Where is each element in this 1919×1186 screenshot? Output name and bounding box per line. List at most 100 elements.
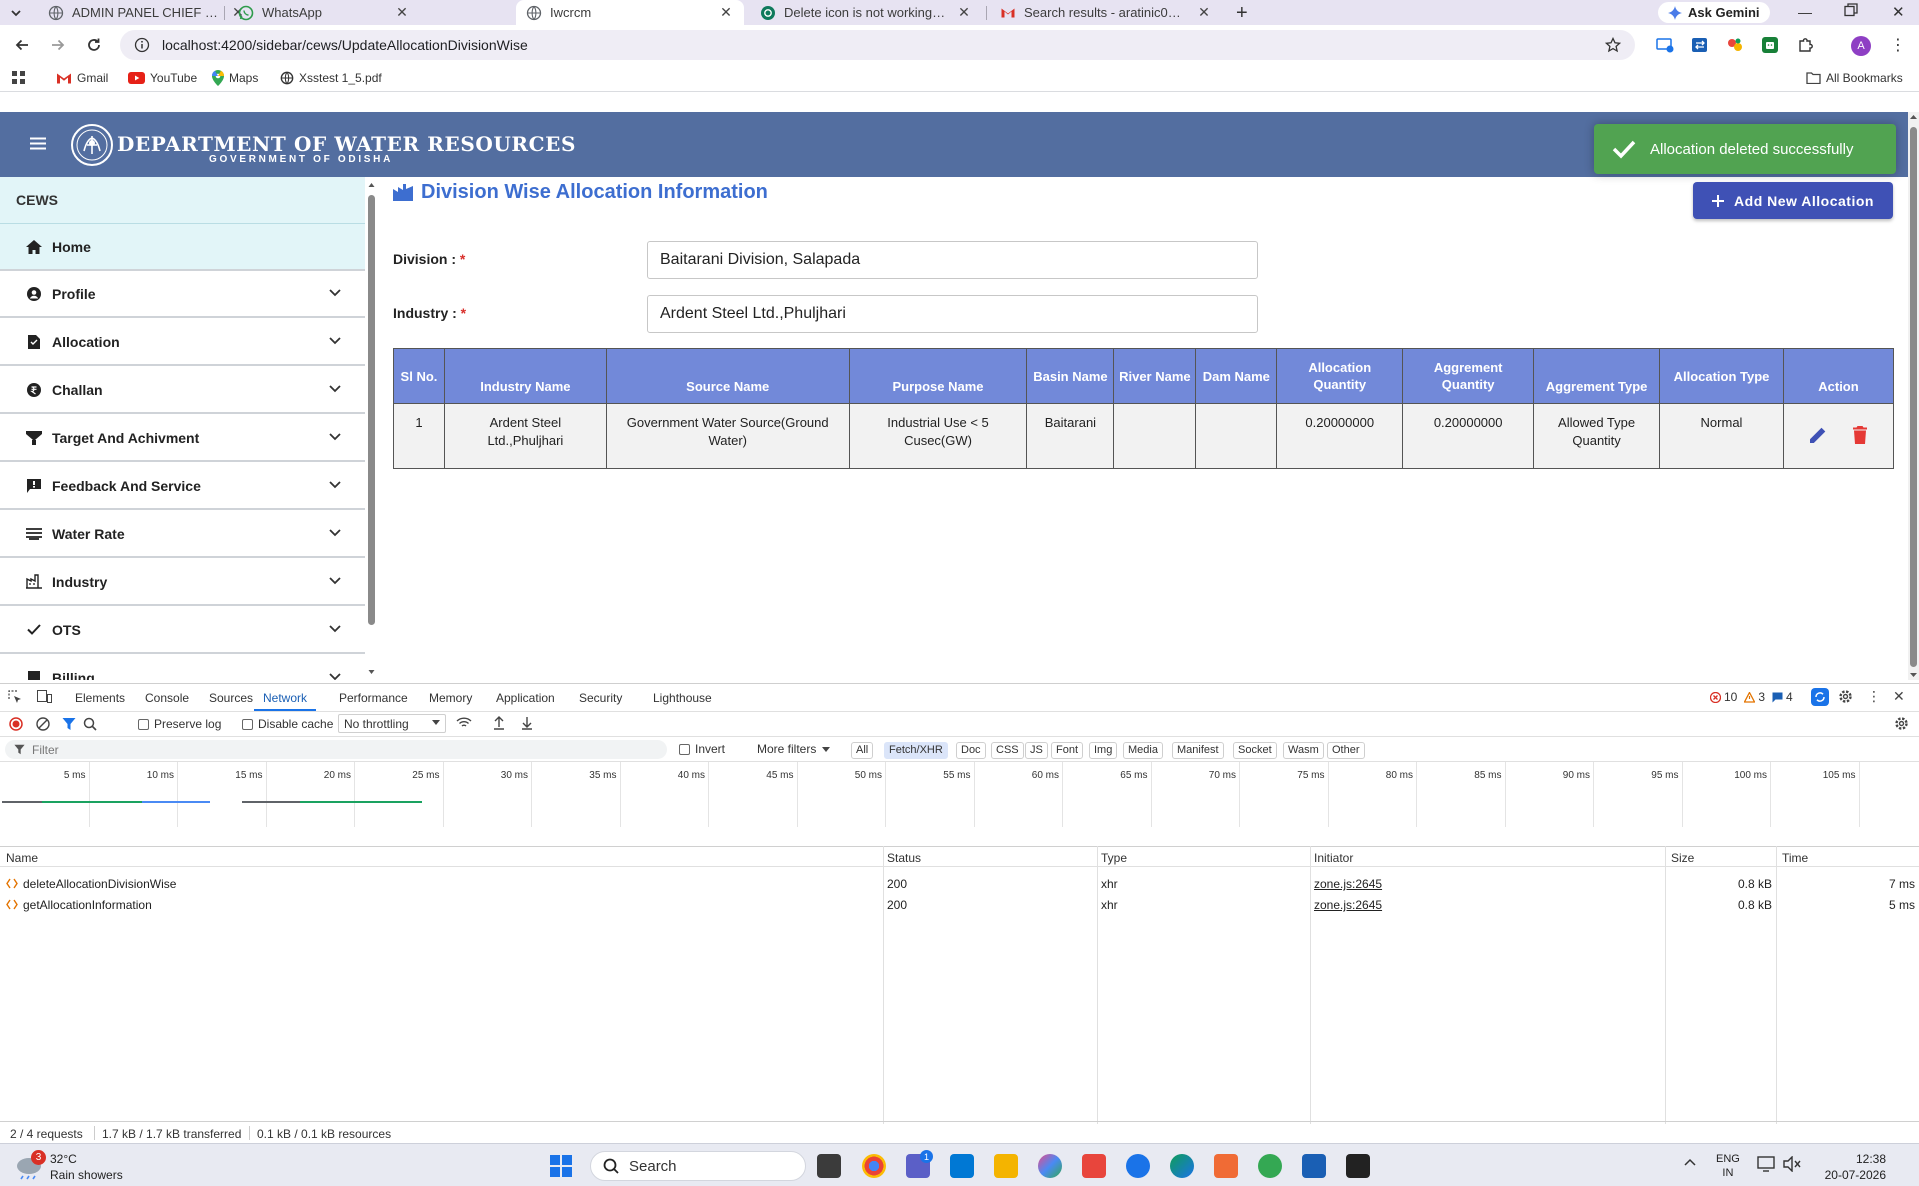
- edge-taskbar-icon[interactable]: [1170, 1154, 1194, 1178]
- console-issues-counter[interactable]: 10 3 4: [1710, 690, 1793, 704]
- remote-taskbar-icon[interactable]: [1302, 1154, 1326, 1178]
- extension-screen-icon[interactable]: [1656, 37, 1674, 53]
- network-settings-gear-icon[interactable]: [1894, 716, 1909, 731]
- filter-chip-css[interactable]: CSS: [991, 742, 1024, 759]
- browser-menu-icon[interactable]: ⋮: [1890, 35, 1906, 55]
- request-initiator-link[interactable]: zone.js:2645: [1314, 877, 1382, 891]
- vscode-taskbar-icon[interactable]: [950, 1154, 974, 1178]
- filter-input[interactable]: Filter: [5, 740, 667, 759]
- filter-chip-manifest[interactable]: Manifest: [1172, 742, 1224, 759]
- close-window-icon[interactable]: ✕: [1892, 3, 1905, 21]
- back-icon[interactable]: [14, 37, 30, 53]
- sidebar-item-profile[interactable]: Profile: [0, 271, 365, 318]
- devtools-tab-security[interactable]: Security: [579, 691, 622, 705]
- devtools-tab-application[interactable]: Application: [496, 691, 555, 705]
- postman-taskbar-icon[interactable]: [1082, 1154, 1106, 1178]
- clear-log-icon[interactable]: [36, 717, 50, 731]
- git-taskbar-icon[interactable]: [1214, 1154, 1238, 1178]
- request-initiator-link[interactable]: zone.js:2645: [1314, 898, 1382, 912]
- browser-tab-delete-icon[interactable]: Delete icon is not working in Up ✕: [750, 0, 982, 25]
- network-timeline-overview[interactable]: 5 ms 10 ms 15 ms 20 ms 25 ms 30 ms 35 ms 40 ms 4…: [0, 761, 1919, 827]
- column-time[interactable]: Time: [1782, 851, 1808, 865]
- filter-chip-wasm[interactable]: Wasm: [1283, 742, 1324, 759]
- devtools-tab-elements[interactable]: Elements: [75, 691, 125, 705]
- disable-cache-checkbox[interactable]: Disable cache: [242, 717, 333, 731]
- import-har-icon[interactable]: [493, 716, 505, 730]
- network-conditions-icon[interactable]: [456, 716, 472, 730]
- inspect-element-icon[interactable]: [8, 690, 23, 705]
- tray-chevron-up-icon[interactable]: [1684, 1158, 1696, 1166]
- sidebar-item-home[interactable]: Home: [0, 224, 365, 271]
- close-tab-icon[interactable]: ✕: [956, 4, 972, 21]
- address-bar[interactable]: localhost:4200/sidebar/cews/UpdateAlloca…: [120, 30, 1635, 60]
- wifi-monitor-icon[interactable]: [1757, 1156, 1775, 1172]
- filter-chip-doc[interactable]: Doc: [956, 742, 986, 759]
- file-explorer-taskbar-icon[interactable]: [994, 1154, 1018, 1178]
- filter-funnel-icon[interactable]: [62, 717, 76, 731]
- filter-chip-fetch-xhr[interactable]: Fetch/XHR: [884, 742, 948, 759]
- devtools-sync-icon[interactable]: [1811, 688, 1829, 706]
- devtools-tab-console[interactable]: Console: [145, 691, 189, 705]
- ask-gemini-button[interactable]: Ask Gemini: [1658, 2, 1770, 23]
- minimize-icon[interactable]: —: [1798, 4, 1812, 20]
- add-new-allocation-button[interactable]: Add New Allocation: [1693, 182, 1893, 219]
- globe-taskbar-icon[interactable]: [1258, 1154, 1282, 1178]
- close-tab-icon[interactable]: ✕: [718, 4, 734, 21]
- sidebar-item-water-rate[interactable]: Water Rate: [0, 511, 365, 558]
- extension-android-icon[interactable]: [1762, 37, 1778, 53]
- preserve-log-checkbox[interactable]: Preserve log: [138, 717, 221, 731]
- browser-tab-whatsapp[interactable]: WhatsApp ✕: [228, 0, 420, 25]
- terminal-taskbar-icon[interactable]: [1346, 1154, 1370, 1178]
- search-icon[interactable]: [83, 717, 97, 731]
- reload-icon[interactable]: [86, 37, 102, 53]
- export-har-icon[interactable]: [521, 716, 533, 730]
- clock-date[interactable]: 20-07-2026: [1818, 1168, 1886, 1182]
- new-tab-icon[interactable]: +: [1236, 2, 1248, 25]
- restore-icon[interactable]: [1844, 3, 1858, 17]
- sidebar-item-feedback[interactable]: Feedback And Service: [0, 463, 365, 510]
- taskbar-search-box[interactable]: Search: [590, 1151, 806, 1181]
- tab-search-icon[interactable]: [8, 5, 24, 21]
- sidebar-scrollbar[interactable]: [367, 181, 376, 676]
- industry-field[interactable]: Ardent Steel Ltd.,Phuljhari: [647, 295, 1258, 333]
- close-tab-icon[interactable]: ✕: [1196, 4, 1212, 21]
- chrome-taskbar-icon[interactable]: [862, 1154, 886, 1178]
- delete-trash-icon[interactable]: [1853, 426, 1868, 444]
- close-tab-icon[interactable]: ✕: [394, 4, 410, 21]
- all-bookmarks[interactable]: All Bookmarks: [1806, 69, 1903, 87]
- browser-tab-iwcrcm[interactable]: Iwcrcm ✕: [516, 0, 744, 25]
- filter-chip-media[interactable]: Media: [1123, 742, 1163, 759]
- filter-chip-img[interactable]: Img: [1089, 742, 1118, 759]
- column-type[interactable]: Type: [1101, 851, 1127, 865]
- request-row-get[interactable]: getAllocationInformation 200 xhr zone.js…: [0, 896, 1919, 914]
- bookmark-pdf[interactable]: Xsstest 1_5.pdf: [280, 69, 382, 87]
- devtools-tab-performance[interactable]: Performance: [339, 691, 408, 705]
- column-size[interactable]: Size: [1671, 851, 1694, 865]
- hamburger-menu-icon[interactable]: [30, 137, 46, 150]
- devtools-settings-gear-icon[interactable]: [1838, 689, 1853, 704]
- sidebar-item-industry[interactable]: Industry: [0, 559, 365, 606]
- browser-tab-gmail-search[interactable]: Search results - aratinic09@gm ✕: [990, 0, 1222, 25]
- sidebar-item-billing[interactable]: Billing: [0, 655, 365, 680]
- division-field[interactable]: Baitarani Division, Salapada: [647, 241, 1258, 279]
- input-language[interactable]: ENG IN: [1716, 1152, 1740, 1180]
- sidebar-item-ots[interactable]: OTS: [0, 607, 365, 654]
- app-taskbar-icon[interactable]: [1126, 1154, 1150, 1178]
- column-name[interactable]: Name: [6, 851, 38, 865]
- filter-chip-js[interactable]: JS: [1025, 742, 1048, 759]
- filter-chip-socket[interactable]: Socket: [1233, 742, 1277, 759]
- main-scrollbar[interactable]: [1908, 112, 1919, 680]
- bookmark-gmail[interactable]: Gmail: [56, 69, 108, 87]
- success-toast[interactable]: Allocation deleted successfully: [1594, 124, 1896, 174]
- bookmark-youtube[interactable]: YouTube: [128, 69, 197, 87]
- devtools-more-icon[interactable]: ⋮: [1867, 688, 1881, 705]
- edit-pencil-icon[interactable]: [1809, 426, 1827, 444]
- record-stop-icon[interactable]: [9, 717, 23, 731]
- throttling-select[interactable]: No throttling: [338, 714, 446, 733]
- devtools-tab-network[interactable]: Network: [254, 691, 317, 711]
- windows-start-icon[interactable]: [550, 1155, 572, 1177]
- extensions-puzzle-icon[interactable]: [1798, 37, 1814, 53]
- devtools-tab-lighthouse[interactable]: Lighthouse: [653, 691, 712, 705]
- apps-grid-icon[interactable]: [12, 69, 26, 87]
- sidebar-item-target[interactable]: Target And Achivment: [0, 415, 365, 462]
